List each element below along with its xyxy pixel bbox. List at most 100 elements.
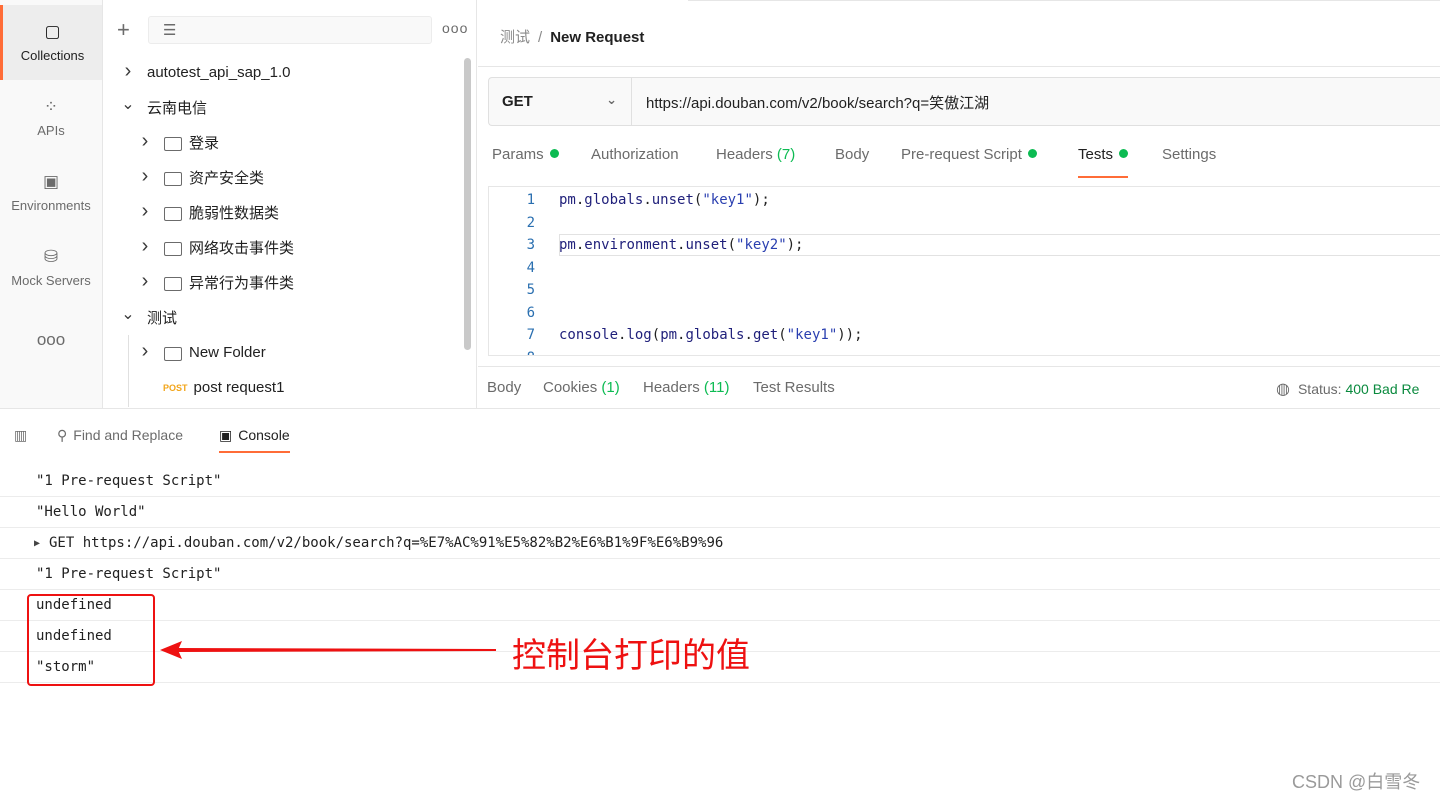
more-options-icon[interactable]: ooo <box>442 20 468 36</box>
response-tab-headers[interactable]: Headers (11) <box>643 379 729 396</box>
expand-triangle-icon[interactable]: ▶ <box>34 528 40 559</box>
status-value[interactable]: 400 Bad Re <box>1345 381 1419 397</box>
console-tab-find-and-replace[interactable]: ⚲ Find and Replace <box>57 427 183 453</box>
rail-item-collections[interactable]: ▢ Collections <box>0 5 102 80</box>
line-number: 6 <box>526 304 535 321</box>
folder-item[interactable]: › New Folder <box>138 335 266 370</box>
status-dot-icon <box>549 149 559 158</box>
chevron-down-icon[interactable]: ⌄ <box>121 94 135 114</box>
rail-item-apis[interactable]: ⁘ APIs <box>0 80 102 155</box>
tab-label: Pre-request Script <box>901 146 1022 163</box>
environments-icon: ▣ <box>42 172 60 191</box>
rail-item-label: Environments <box>11 198 91 213</box>
console-panel: ▥ ⚲ Find and Replace ▣ Console "1 Pre-reques… <box>0 408 1440 796</box>
collections-sidebar: + ☰ ooo › autotest_api_sap_1.0 ⌄ 云南电信 › 登录 › 资产… <box>103 0 477 408</box>
chevron-right-icon[interactable]: › <box>138 165 152 188</box>
tab-label: Tests <box>1078 146 1114 163</box>
line-number: 1 <box>526 192 535 208</box>
folder-item[interactable]: › 登录 <box>138 125 219 160</box>
folder-item[interactable]: › 资产安全类 <box>138 160 264 195</box>
line-number: 7 <box>526 327 535 343</box>
tab-label: Headers <box>716 146 773 163</box>
tab-pre-request-script[interactable]: Pre-request Script <box>901 146 1037 178</box>
rail-item-environments[interactable]: ▣ Environments <box>0 155 102 230</box>
toggle-sidebar-button[interactable]: ▥ <box>14 427 33 453</box>
code-line: 3 pm.environment.unset("key2"); <box>489 234 1440 256</box>
code-token: console <box>559 327 619 343</box>
tree-item-label: 脆弱性数据类 <box>189 205 280 222</box>
console-log-entry[interactable]: ▶ GET https://api.douban.com/v2/book/sear… <box>0 528 1440 559</box>
method-select[interactable]: GET ⌄ <box>489 78 632 125</box>
code-token: ( <box>778 327 787 343</box>
response-tab-cookies[interactable]: Cookies (1) <box>543 379 620 396</box>
console-log-entry: "1 Pre-request Script" <box>0 466 1440 497</box>
tab-count: (7) <box>776 146 796 163</box>
folder-item[interactable]: › 异常行为事件类 <box>138 265 294 300</box>
console-log-entry: "Hello World" <box>0 497 1440 528</box>
sidebar-toggle-icon: ▥ <box>14 427 28 443</box>
sidebar-toolbar: + ☰ ooo <box>103 14 477 46</box>
breadcrumb-separator: / <box>538 29 543 46</box>
chevron-right-icon[interactable]: › <box>138 270 152 293</box>
log-text: "1 Pre-request Script" <box>36 566 222 582</box>
tab-label: Authorization <box>591 146 679 163</box>
tests-code-editor[interactable]: 1 pm.globals.unset("key1"); 2 3 pm.environme… <box>488 186 1440 356</box>
log-text: GET https://api.douban.com/v2/book/searc… <box>49 535 724 551</box>
sidebar-scrollbar[interactable] <box>464 58 471 350</box>
line-number: 8 <box>489 347 535 356</box>
globe-icon[interactable]: ◍ <box>1276 381 1290 398</box>
url-input[interactable]: https://api.douban.com/v2/book/search?q=… <box>646 92 989 113</box>
code-text: console.log(pm.globals.get("key1")); <box>559 324 863 346</box>
tree-item-label: 登录 <box>189 135 220 152</box>
chevron-down-icon[interactable]: ⌄ <box>121 304 135 324</box>
tab-authorization[interactable]: Authorization <box>591 146 679 178</box>
tab-body[interactable]: Body <box>835 146 869 178</box>
filter-input[interactable]: ☰ <box>148 16 432 44</box>
tab-params[interactable]: Params <box>492 146 559 178</box>
tab-settings[interactable]: Settings <box>1162 146 1216 178</box>
tree-item-label: New Folder <box>189 344 266 361</box>
collection-item[interactable]: ⌄ 测试 <box>121 300 177 335</box>
search-icon: ⚲ <box>57 427 68 443</box>
tab-headers[interactable]: Headers (7) <box>716 146 795 178</box>
line-number: 3 <box>526 237 535 253</box>
tree-item-label: 云南电信 <box>147 100 208 117</box>
tab-label: Test Results <box>753 379 835 396</box>
folder-icon <box>164 171 182 186</box>
chevron-right-icon[interactable]: › <box>138 340 152 363</box>
folder-item[interactable]: › 脆弱性数据类 <box>138 195 279 230</box>
tab-label: Headers <box>643 379 700 396</box>
chevron-right-icon[interactable]: › <box>138 235 152 258</box>
tab-label: Cookies <box>543 379 598 396</box>
chevron-right-icon[interactable]: › <box>138 200 152 223</box>
response-tab-body[interactable]: Body <box>487 379 521 396</box>
chevron-right-icon[interactable]: › <box>121 60 135 83</box>
collection-item[interactable]: › autotest_api_sap_1.0 <box>121 55 291 90</box>
folder-icon <box>164 241 182 256</box>
code-token: log <box>626 327 652 343</box>
annotation-highlight-box <box>27 594 155 686</box>
url-bar: GET ⌄ https://api.douban.com/v2/book/sea… <box>488 77 1440 126</box>
add-collection-icon[interactable]: + <box>117 16 130 44</box>
folder-icon <box>164 276 182 291</box>
response-tab-test-results[interactable]: Test Results <box>753 379 835 396</box>
tab-tests[interactable]: Tests <box>1078 146 1129 178</box>
collection-item[interactable]: ⌄ 云南电信 <box>121 90 207 125</box>
method-label: GET <box>502 93 533 110</box>
request-name[interactable]: New Request <box>550 29 644 46</box>
rail-item-mock-servers[interactable]: ⛁ Mock Servers <box>0 230 102 305</box>
console-tab-console[interactable]: ▣ Console <box>219 427 290 453</box>
code-line: 6 <box>489 302 1440 324</box>
breadcrumb-parent[interactable]: 测试 <box>500 29 530 46</box>
request-item[interactable]: POST post request1 <box>163 370 284 405</box>
line-number: 5 <box>526 282 535 298</box>
folder-item[interactable]: › 网络攻击事件类 <box>138 230 294 265</box>
divider <box>478 366 1440 367</box>
console-icon: ▣ <box>219 427 233 443</box>
tab-label: Body <box>487 379 522 396</box>
code-token: globals <box>685 327 745 343</box>
watermark: CSDN @白雪冬 <box>1292 772 1421 792</box>
code-token: unset <box>685 237 728 253</box>
rail-item-more[interactable]: ooo <box>0 305 102 380</box>
chevron-right-icon[interactable]: › <box>138 130 152 153</box>
